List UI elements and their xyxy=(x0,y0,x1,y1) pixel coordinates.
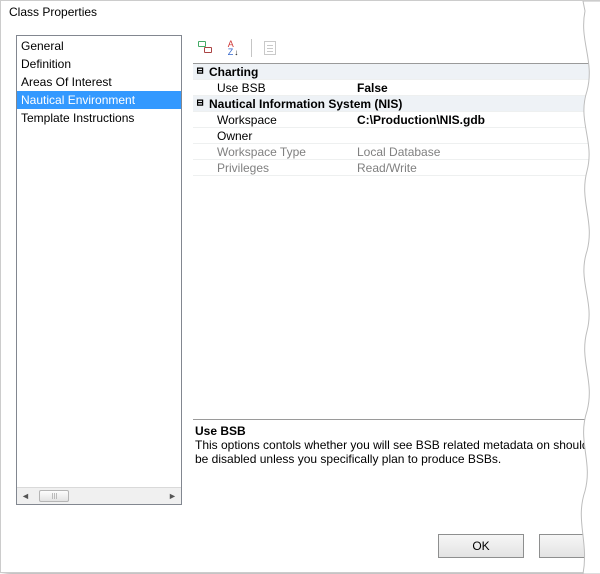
class-properties-dialog: Class Properties General Definition Area… xyxy=(0,0,600,573)
property-label: Privileges xyxy=(207,160,353,175)
categorized-icon xyxy=(198,41,212,55)
scroll-right-icon[interactable]: ► xyxy=(164,488,181,504)
alphabetical-button[interactable]: AZ↓ xyxy=(221,37,245,59)
property-row-use-bsb[interactable]: Use BSB False xyxy=(193,80,599,96)
ok-button[interactable]: OK xyxy=(438,534,524,558)
property-help-pane: Use BSB This options contols whether you… xyxy=(193,419,599,475)
sidebar-horizontal-scrollbar[interactable]: ◄ ► xyxy=(17,487,181,504)
property-pages-button xyxy=(258,37,282,59)
category-list-items: General Definition Areas Of Interest Nau… xyxy=(17,36,181,487)
category-label: Nautical Information System (NIS) xyxy=(207,96,599,111)
scroll-left-icon[interactable]: ◄ xyxy=(17,488,34,504)
property-pages-icon xyxy=(264,41,276,55)
dialog-body: General Definition Areas Of Interest Nau… xyxy=(1,25,599,572)
category-list: General Definition Areas Of Interest Nau… xyxy=(16,35,182,505)
propertygrid-toolbar: AZ↓ xyxy=(193,35,599,59)
property-row-owner[interactable]: Owner xyxy=(193,128,599,144)
property-label: Workspace xyxy=(207,112,353,127)
category-nis[interactable]: ⊟ Nautical Information System (NIS) xyxy=(193,96,599,112)
property-value[interactable]: C:\Production\NIS.gdb xyxy=(353,112,599,127)
property-row-workspace-type: Workspace Type Local Database xyxy=(193,144,599,160)
property-label: Workspace Type xyxy=(207,144,353,159)
property-value: Local Database xyxy=(353,144,599,159)
sidebar-item-nautical-environment[interactable]: Nautical Environment xyxy=(17,91,181,109)
toolbar-separator xyxy=(251,39,252,57)
sidebar-item-template-instructions[interactable]: Template Instructions xyxy=(17,109,181,127)
truncated-button[interactable] xyxy=(539,534,599,558)
property-row-workspace[interactable]: Workspace C:\Production\NIS.gdb xyxy=(193,112,599,128)
sidebar-item-general[interactable]: General xyxy=(17,37,181,55)
alphabetical-icon: AZ↓ xyxy=(228,40,239,57)
property-panel: AZ↓ ⊟ Charting Use BSB False xyxy=(193,35,599,572)
category-label: Charting xyxy=(207,64,353,79)
categorized-button[interactable] xyxy=(193,37,217,59)
help-title: Use BSB xyxy=(195,424,593,438)
property-row-privileges: Privileges Read/Write xyxy=(193,160,599,176)
property-value[interactable]: False xyxy=(353,80,599,95)
property-value: Read/Write xyxy=(353,160,599,175)
property-label: Owner xyxy=(207,128,353,143)
expander-icon[interactable]: ⊟ xyxy=(193,96,207,111)
property-label: Use BSB xyxy=(207,80,353,95)
expander-icon[interactable]: ⊟ xyxy=(193,64,207,79)
help-text: This options contols whether you will se… xyxy=(195,438,593,466)
sidebar-item-definition[interactable]: Definition xyxy=(17,55,181,73)
category-charting[interactable]: ⊟ Charting xyxy=(193,64,599,80)
sidebar-item-areas-of-interest[interactable]: Areas Of Interest xyxy=(17,73,181,91)
scroll-thumb[interactable] xyxy=(39,490,69,502)
dialog-title: Class Properties xyxy=(1,1,599,25)
property-grid: ⊟ Charting Use BSB False ⊟ Nautical Info… xyxy=(193,63,599,413)
property-value[interactable] xyxy=(353,128,599,143)
